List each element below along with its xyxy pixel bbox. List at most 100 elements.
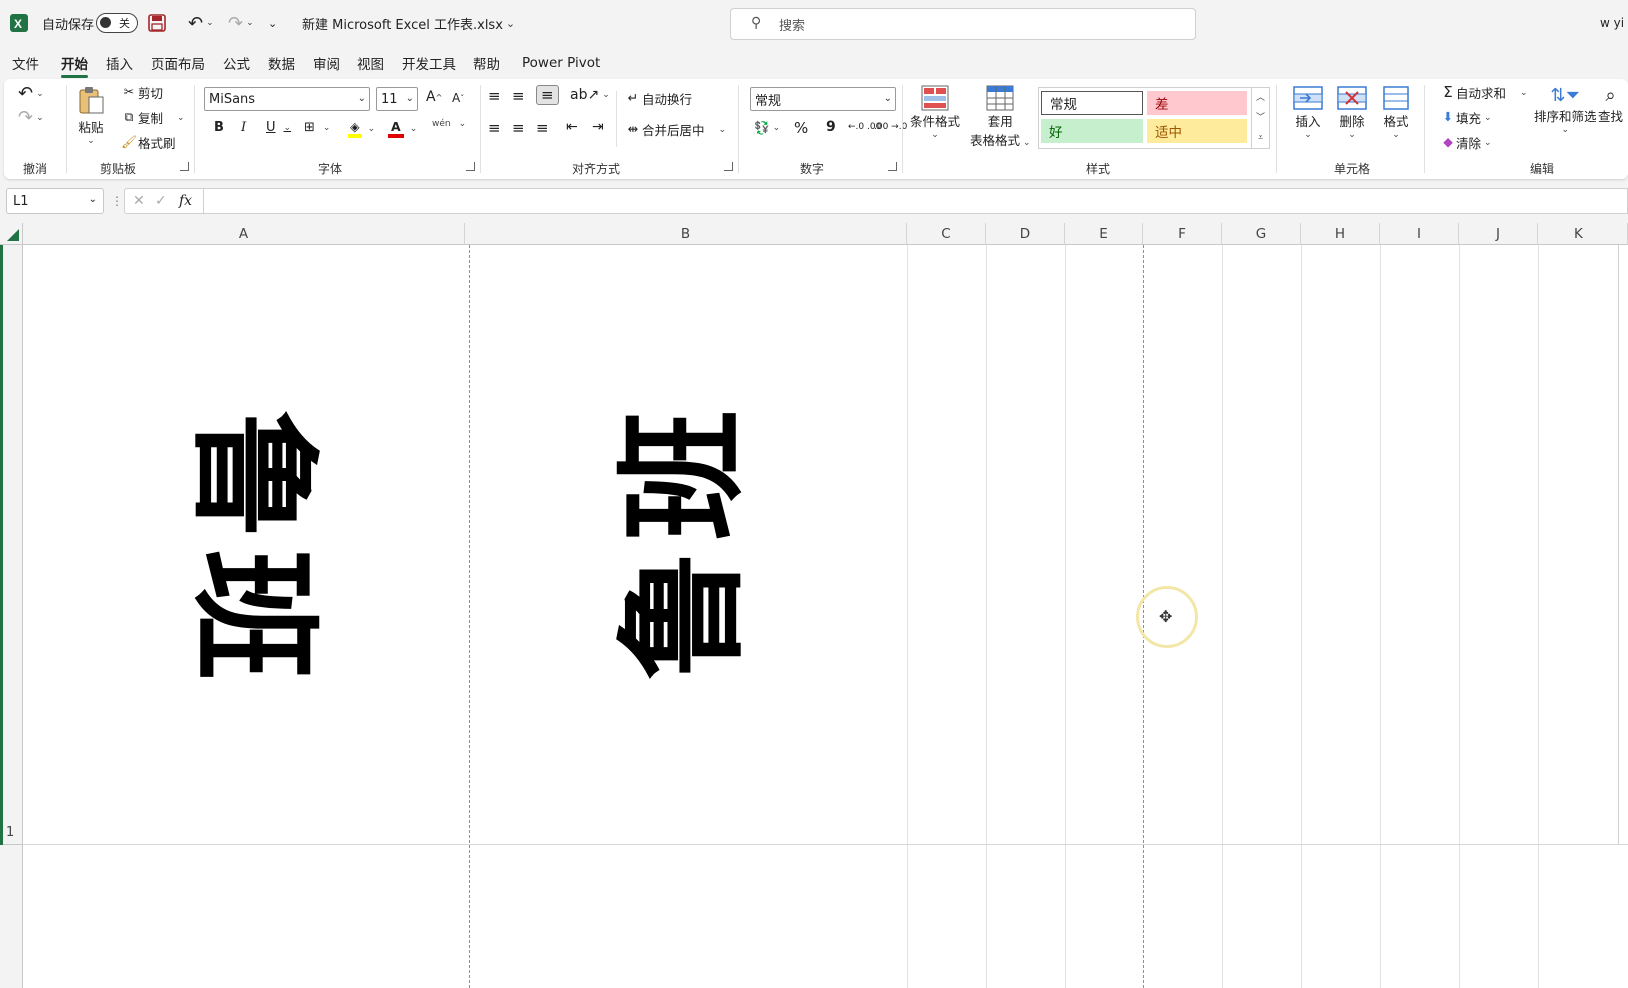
increase-indent-icon[interactable]: ⇥	[592, 119, 604, 135]
style-good[interactable]: 好	[1041, 119, 1143, 143]
number-launcher-icon[interactable]	[888, 162, 897, 171]
tab-home[interactable]: 开始	[61, 50, 88, 78]
column-header-i[interactable]: I	[1380, 223, 1459, 245]
copy-button[interactable]: ⧉ 复制 ⌄	[120, 108, 185, 127]
customize-toolbar-icon[interactable]: ⌄	[268, 0, 277, 46]
format-as-table-button[interactable]: 套用 表格格式 ⌄	[970, 85, 1031, 149]
align-right-icon[interactable]: ≡	[536, 119, 549, 137]
file-title[interactable]: 新建 Microsoft Excel 工作表.xlsx ⌄	[302, 0, 515, 46]
find-button[interactable]: ⌕ 查找	[1598, 85, 1623, 125]
ribbon-undo-icon[interactable]: ↶ ⌄	[18, 83, 44, 104]
column-header-b[interactable]: B	[465, 223, 907, 245]
tab-power-pivot[interactable]: Power Pivot	[522, 50, 600, 76]
tab-help[interactable]: 帮助	[473, 50, 500, 76]
increase-font-icon[interactable]: A ^	[426, 89, 442, 105]
column-header-j[interactable]: J	[1459, 223, 1538, 245]
tab-formulas[interactable]: 公式	[223, 50, 250, 76]
italic-button[interactable]: I	[241, 120, 246, 135]
comma-style-button[interactable]: 9	[826, 119, 836, 135]
clipboard-launcher-icon[interactable]	[180, 162, 189, 171]
gallery-scroll[interactable]: ︿ ﹀ ⩡	[1251, 88, 1269, 148]
alignment-launcher-icon[interactable]	[724, 162, 733, 171]
undo-icon[interactable]: ↶ ⌄	[188, 0, 214, 46]
paste-button[interactable]: 粘贴 ⌄	[76, 85, 106, 146]
bold-button[interactable]: B	[214, 120, 224, 135]
accounting-format-button[interactable]: 💱 ⌄	[754, 120, 780, 136]
tab-developer[interactable]: 开发工具	[402, 50, 456, 76]
font-color-button[interactable]: A ⌄	[388, 119, 417, 138]
undo-dropdown-icon[interactable]: ⌄	[206, 18, 214, 28]
style-normal[interactable]: 常规	[1041, 91, 1143, 115]
borders-button[interactable]: ⊞ ⌄	[304, 120, 330, 135]
align-left-icon[interactable]: ≡	[488, 119, 501, 137]
column-header-h[interactable]: H	[1301, 223, 1380, 245]
currency-icon: 💱	[754, 120, 770, 135]
sort-filter-button[interactable]: ⇅⏷ 排序和筛选 ⌄	[1534, 85, 1597, 135]
font-launcher-icon[interactable]	[466, 162, 475, 171]
gallery-more-icon[interactable]: ⩡	[1252, 128, 1269, 148]
fill-color-button[interactable]: ◈ ⌄	[348, 119, 375, 138]
ribbon-redo-icon[interactable]: ↷ ⌄	[18, 107, 44, 128]
tab-review[interactable]: 审阅	[313, 50, 340, 76]
fill-button[interactable]: ⬇ 填充 ⌄	[1440, 108, 1492, 127]
align-bottom-icon[interactable]: ≡	[536, 85, 559, 105]
autosave-toggle[interactable]: 关	[96, 0, 138, 46]
insert-cells-button[interactable]: 插入 ⌄	[1292, 85, 1324, 140]
column-header-k[interactable]: K	[1538, 223, 1628, 245]
align-top-icon[interactable]: ≡	[488, 87, 501, 105]
cancel-icon[interactable]: ✕	[133, 193, 145, 209]
row-header-2[interactable]	[0, 845, 23, 988]
style-neutral[interactable]: 适中	[1147, 119, 1247, 143]
tab-data[interactable]: 数据	[268, 50, 295, 76]
align-middle-icon[interactable]: ≡	[512, 87, 525, 105]
format-cells-button[interactable]: 格式 ⌄	[1382, 85, 1410, 140]
style-bad[interactable]: 差	[1147, 91, 1247, 115]
cell-a1[interactable]: 鲁 班	[23, 245, 469, 844]
font-name-select[interactable]: MiSans ⌄	[204, 87, 370, 111]
gallery-down-icon[interactable]: ﹀	[1252, 108, 1269, 128]
wrap-text-button[interactable]: ↵ 自动换行	[624, 89, 692, 108]
decrease-indent-icon[interactable]: ⇤	[566, 119, 578, 135]
orientation-button[interactable]: ab↗ ⌄	[570, 87, 610, 103]
user-name[interactable]: w yi	[1600, 0, 1624, 46]
name-box[interactable]: L1 ⌄	[6, 188, 104, 214]
select-all-corner[interactable]	[0, 223, 23, 245]
autosum-button[interactable]: Σ 自动求和 ⌄	[1440, 83, 1527, 102]
number-format-select[interactable]: 常规 ⌄	[750, 87, 896, 111]
phonetic-button[interactable]: wén ⌄	[432, 119, 466, 129]
more-icon[interactable]: ⋮	[111, 194, 123, 208]
cell-b1[interactable]: 班 鲁	[469, 245, 907, 844]
tab-page-layout[interactable]: 页面布局	[151, 50, 205, 76]
column-header-g[interactable]: G	[1222, 223, 1301, 245]
font-size-select[interactable]: 11 ⌄	[376, 87, 418, 111]
clear-button[interactable]: ◆ 清除 ⌄	[1440, 133, 1491, 152]
conditional-formatting-button[interactable]: 条件格式 ⌄	[910, 85, 960, 140]
column-header-a[interactable]: A	[23, 223, 465, 245]
column-header-d[interactable]: D	[986, 223, 1065, 245]
cut-button[interactable]: ✂ 剪切	[120, 83, 163, 102]
redo-dropdown-icon[interactable]: ⌄	[246, 18, 254, 28]
chevron-down-icon[interactable]: ⌄	[89, 194, 97, 205]
save-icon[interactable]	[148, 0, 166, 46]
tab-insert[interactable]: 插入	[106, 50, 133, 76]
format-painter-button[interactable]: 🖌 格式刷	[120, 133, 175, 152]
delete-cells-button[interactable]: 删除 ⌄	[1336, 85, 1368, 140]
tab-view[interactable]: 视图	[357, 50, 384, 76]
redo-icon[interactable]: ↷ ⌄	[228, 0, 254, 46]
percent-button[interactable]: %	[794, 119, 808, 137]
worksheet-grid[interactable]: A B C D E F G H I J K 1 鲁 班 班 鲁 ✥	[0, 223, 1628, 988]
row-header-1[interactable]: 1	[0, 245, 23, 845]
decrease-font-icon[interactable]: Aˇ	[452, 91, 464, 105]
column-header-e[interactable]: E	[1065, 223, 1143, 245]
formula-input[interactable]	[204, 188, 1628, 214]
search-box[interactable]: ⚲ 搜索	[730, 8, 1196, 40]
column-header-c[interactable]: C	[907, 223, 986, 245]
tab-file[interactable]: 文件	[12, 50, 39, 76]
merge-center-button[interactable]: ⇹ 合并后居中 ⌄	[624, 120, 726, 139]
column-header-f[interactable]: F	[1143, 223, 1222, 245]
enter-icon[interactable]: ✓	[155, 193, 167, 209]
gallery-up-icon[interactable]: ︿	[1252, 88, 1269, 108]
underline-button[interactable]: U ⌄	[266, 120, 291, 135]
insert-function-icon[interactable]: fx	[179, 193, 192, 209]
align-center-icon[interactable]: ≡	[512, 119, 525, 137]
